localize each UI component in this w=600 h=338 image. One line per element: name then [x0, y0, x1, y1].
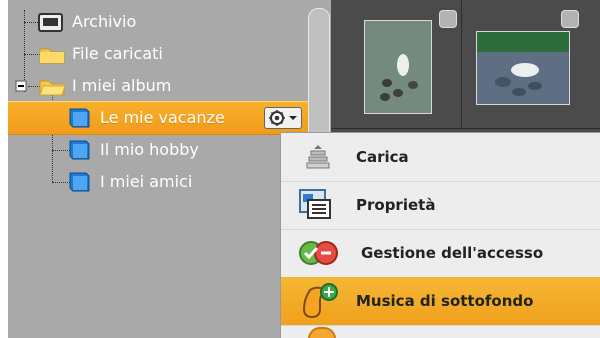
menu-item-icon: [308, 327, 336, 338]
tree-item-file-caricati[interactable]: File caricati: [8, 38, 308, 70]
app-frame: Archivio File caricati I miei album Le m…: [8, 0, 600, 338]
properties-icon: [299, 189, 331, 219]
book-icon: [69, 108, 90, 128]
book-icon: [69, 140, 90, 160]
gear-icon: [269, 110, 297, 126]
context-menu: Carica Proprietà Gestione dell'accesso M…: [280, 132, 600, 338]
folder-open-icon: [39, 80, 66, 96]
access-icon: [299, 241, 338, 265]
archive-icon: [38, 13, 63, 32]
tree-item-le-mie-vacanze[interactable]: Le mie vacanze: [8, 101, 308, 135]
tree-label: I miei amici: [100, 172, 193, 191]
photo-checkbox[interactable]: [561, 10, 579, 28]
upload-icon: [306, 145, 330, 169]
menu-item-musica-sottofondo[interactable]: Musica di sottofondo: [281, 277, 600, 326]
book-icon: [69, 172, 90, 192]
tree-label: I miei album: [72, 76, 172, 95]
photo-checkbox[interactable]: [439, 10, 457, 28]
menu-item-label: Carica: [356, 148, 409, 166]
menu-item-label: Gestione dell'accesso: [361, 244, 544, 262]
album-options-button[interactable]: [264, 107, 302, 129]
swan-photo: [365, 21, 431, 113]
menu-item-label: Musica di sottofondo: [356, 292, 534, 310]
tree-label: File caricati: [72, 44, 163, 63]
menu-item-carica[interactable]: Carica: [281, 133, 600, 182]
collapse-icon[interactable]: [15, 80, 27, 92]
tree-item-il-mio-hobby[interactable]: Il mio hobby: [8, 134, 308, 166]
tree-label: Le mie vacanze: [100, 108, 225, 127]
music-icon: [302, 283, 338, 319]
thumbnail-cell: [462, 0, 600, 129]
swan-photo: [477, 32, 569, 104]
folder-icon: [39, 48, 65, 64]
menu-item-gestione-accesso[interactable]: Gestione dell'accesso: [281, 229, 600, 278]
photo-thumbnail[interactable]: [476, 31, 570, 105]
tree-item-archivio[interactable]: Archivio: [8, 6, 308, 38]
tree-item-i-miei-album[interactable]: I miei album: [8, 70, 308, 102]
tree-label: Archivio: [72, 12, 137, 31]
menu-item-proprieta[interactable]: Proprietà: [281, 181, 600, 230]
menu-item-partial[interactable]: [281, 325, 600, 338]
tree-label: Il mio hobby: [100, 140, 199, 159]
photo-thumbnail[interactable]: [364, 20, 432, 114]
menu-item-label: Proprietà: [356, 196, 436, 214]
tree-item-i-miei-amici[interactable]: I miei amici: [8, 166, 308, 198]
thumbnail-cell: [331, 0, 462, 129]
